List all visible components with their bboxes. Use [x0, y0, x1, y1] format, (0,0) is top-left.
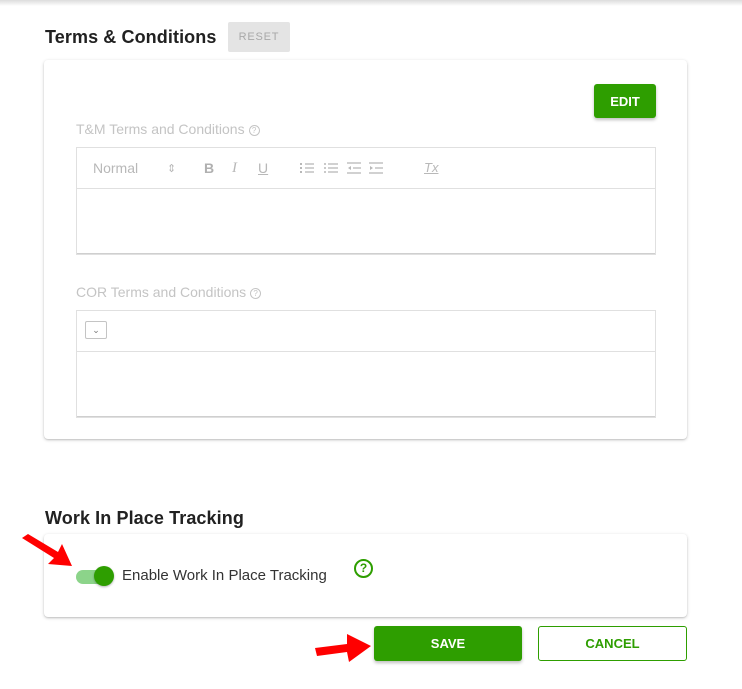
annotation-arrow-toggle-icon: [22, 534, 72, 566]
reset-button[interactable]: RESET: [228, 22, 290, 52]
tm-terms-label: T&M Terms and Conditions?: [76, 121, 260, 137]
tm-help-icon[interactable]: ?: [248, 125, 260, 136]
cor-terms-label-text: COR Terms and Conditions: [76, 284, 247, 300]
wip-card: Enable Work In Place Tracking ?: [44, 534, 687, 617]
tm-terms-editor: Normal ⇕ B I U Tx: [76, 147, 656, 255]
ordered-list-icon[interactable]: [300, 161, 314, 175]
bold-icon[interactable]: B: [204, 160, 214, 176]
top-shadow: [0, 0, 742, 6]
annotation-arrow-save-icon: [315, 634, 371, 662]
underline-icon[interactable]: U: [258, 160, 268, 176]
terms-section-title: Terms & Conditions: [45, 27, 217, 47]
wip-help-icon[interactable]: ?: [354, 559, 373, 578]
wip-toggle-thumb[interactable]: [94, 566, 114, 586]
cor-terms-label: COR Terms and Conditions?: [76, 284, 262, 300]
edit-button[interactable]: EDIT: [594, 84, 656, 118]
format-select-arrows-icon[interactable]: ⇕: [167, 162, 176, 175]
cor-help-icon[interactable]: ?: [250, 288, 262, 299]
wip-section-title: Work In Place Tracking: [45, 508, 244, 528]
cor-terms-editor: ⌄: [76, 310, 656, 418]
format-select[interactable]: Normal: [93, 160, 138, 176]
wip-toggle-label: Enable Work In Place Tracking: [122, 567, 327, 584]
outdent-icon[interactable]: [347, 161, 361, 175]
cor-editor-toolbar: ⌄: [77, 311, 655, 352]
indent-icon[interactable]: [369, 161, 383, 175]
clear-format-icon[interactable]: Tx: [424, 160, 438, 175]
tm-editor-body[interactable]: [77, 189, 655, 254]
italic-icon[interactable]: I: [232, 160, 237, 177]
tm-editor-toolbar: Normal ⇕ B I U Tx: [77, 148, 655, 189]
cancel-button[interactable]: CANCEL: [538, 626, 687, 661]
cor-editor-body[interactable]: [77, 352, 655, 417]
save-button[interactable]: SAVE: [374, 626, 522, 661]
cor-toolbar-dropdown[interactable]: ⌄: [85, 321, 107, 339]
bullet-list-icon[interactable]: [324, 161, 338, 175]
tm-terms-label-text: T&M Terms and Conditions: [76, 121, 245, 137]
terms-card: EDIT T&M Terms and Conditions? Normal ⇕ …: [44, 60, 687, 439]
